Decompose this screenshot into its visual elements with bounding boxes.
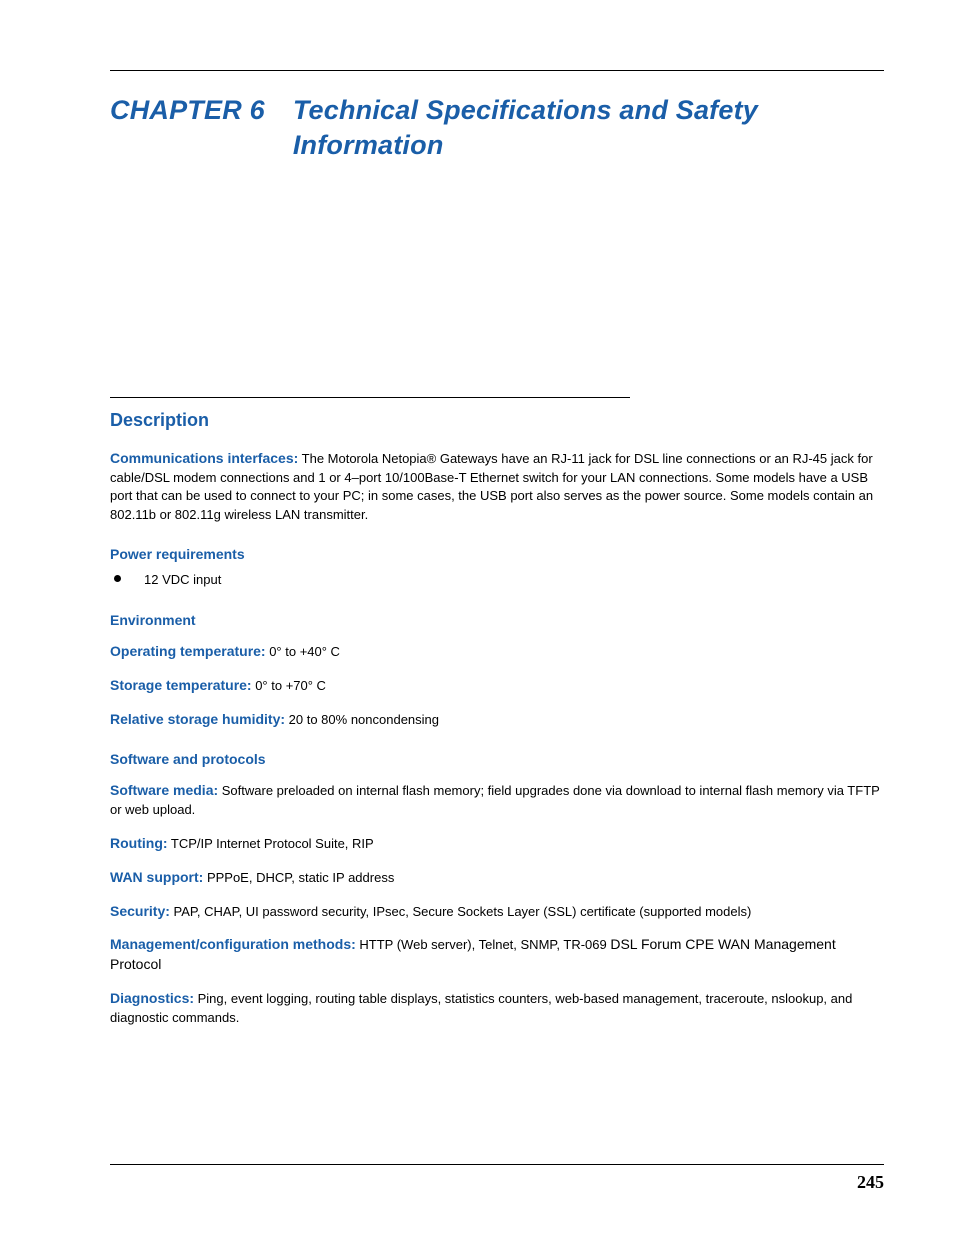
- document-page: CHAPTER 6 Technical Specifications and S…: [0, 0, 954, 1235]
- op-temp-label: Operating temperature:: [110, 643, 266, 659]
- wan-row: WAN support: PPPoE, DHCP, static IP addr…: [110, 868, 884, 888]
- chapter-title: CHAPTER 6 Technical Specifications and S…: [110, 93, 884, 162]
- chapter-label: CHAPTER 6: [110, 93, 265, 128]
- hum-label: Relative storage humidity:: [110, 711, 285, 727]
- operating-temp-row: Operating temperature: 0° to +40° C: [110, 642, 884, 662]
- power-heading: Power requirements: [110, 546, 884, 562]
- software-media-row: Software media: Software preloaded on in…: [110, 781, 884, 819]
- bottom-rule: [110, 1164, 884, 1165]
- routing-row: Routing: TCP/IP Internet Protocol Suite,…: [110, 834, 884, 854]
- diag-val: Ping, event logging, routing table displ…: [110, 991, 852, 1025]
- software-heading: Software and protocols: [110, 751, 884, 767]
- body-content: Description Communications interfaces: T…: [110, 397, 884, 1027]
- hum-val: 20 to 80% noncondensing: [285, 712, 439, 727]
- op-temp-val: 0° to +40° C: [266, 644, 340, 659]
- mgmt-val-a: HTTP (Web server), Telnet, SNMP, TR-069: [356, 937, 611, 952]
- media-val: Software preloaded on internal flash mem…: [110, 783, 880, 817]
- sec-label: Security:: [110, 903, 170, 919]
- routing-label: Routing:: [110, 835, 168, 851]
- storage-temp-row: Storage temperature: 0° to +70° C: [110, 676, 884, 696]
- st-temp-label: Storage temperature:: [110, 677, 252, 693]
- st-temp-val: 0° to +70° C: [252, 678, 326, 693]
- chapter-text: Technical Specifications and Safety Info…: [293, 93, 884, 162]
- mgmt-row: Management/configuration methods: HTTP (…: [110, 935, 884, 975]
- section-rule: [110, 397, 630, 398]
- power-item: 12 VDC input: [110, 570, 884, 590]
- wan-val: PPPoE, DHCP, static IP address: [203, 870, 394, 885]
- mgmt-label: Management/configuration methods:: [110, 936, 356, 952]
- env-heading: Environment: [110, 612, 884, 628]
- humidity-row: Relative storage humidity: 20 to 80% non…: [110, 710, 884, 730]
- sec-val: PAP, CHAP, UI password security, IPsec, …: [170, 904, 751, 919]
- top-rule: [110, 70, 884, 71]
- communications-paragraph: Communications interfaces: The Motorola …: [110, 449, 884, 524]
- media-label: Software media:: [110, 782, 218, 798]
- section-heading: Description: [110, 410, 884, 431]
- diag-row: Diagnostics: Ping, event logging, routin…: [110, 989, 884, 1027]
- wan-label: WAN support:: [110, 869, 203, 885]
- comm-label: Communications interfaces:: [110, 450, 298, 466]
- diag-label: Diagnostics:: [110, 990, 194, 1006]
- security-row: Security: PAP, CHAP, UI password securit…: [110, 902, 884, 922]
- page-number: 245: [857, 1172, 884, 1193]
- routing-val: TCP/IP Internet Protocol Suite, RIP: [168, 836, 374, 851]
- power-list: 12 VDC input: [110, 570, 884, 590]
